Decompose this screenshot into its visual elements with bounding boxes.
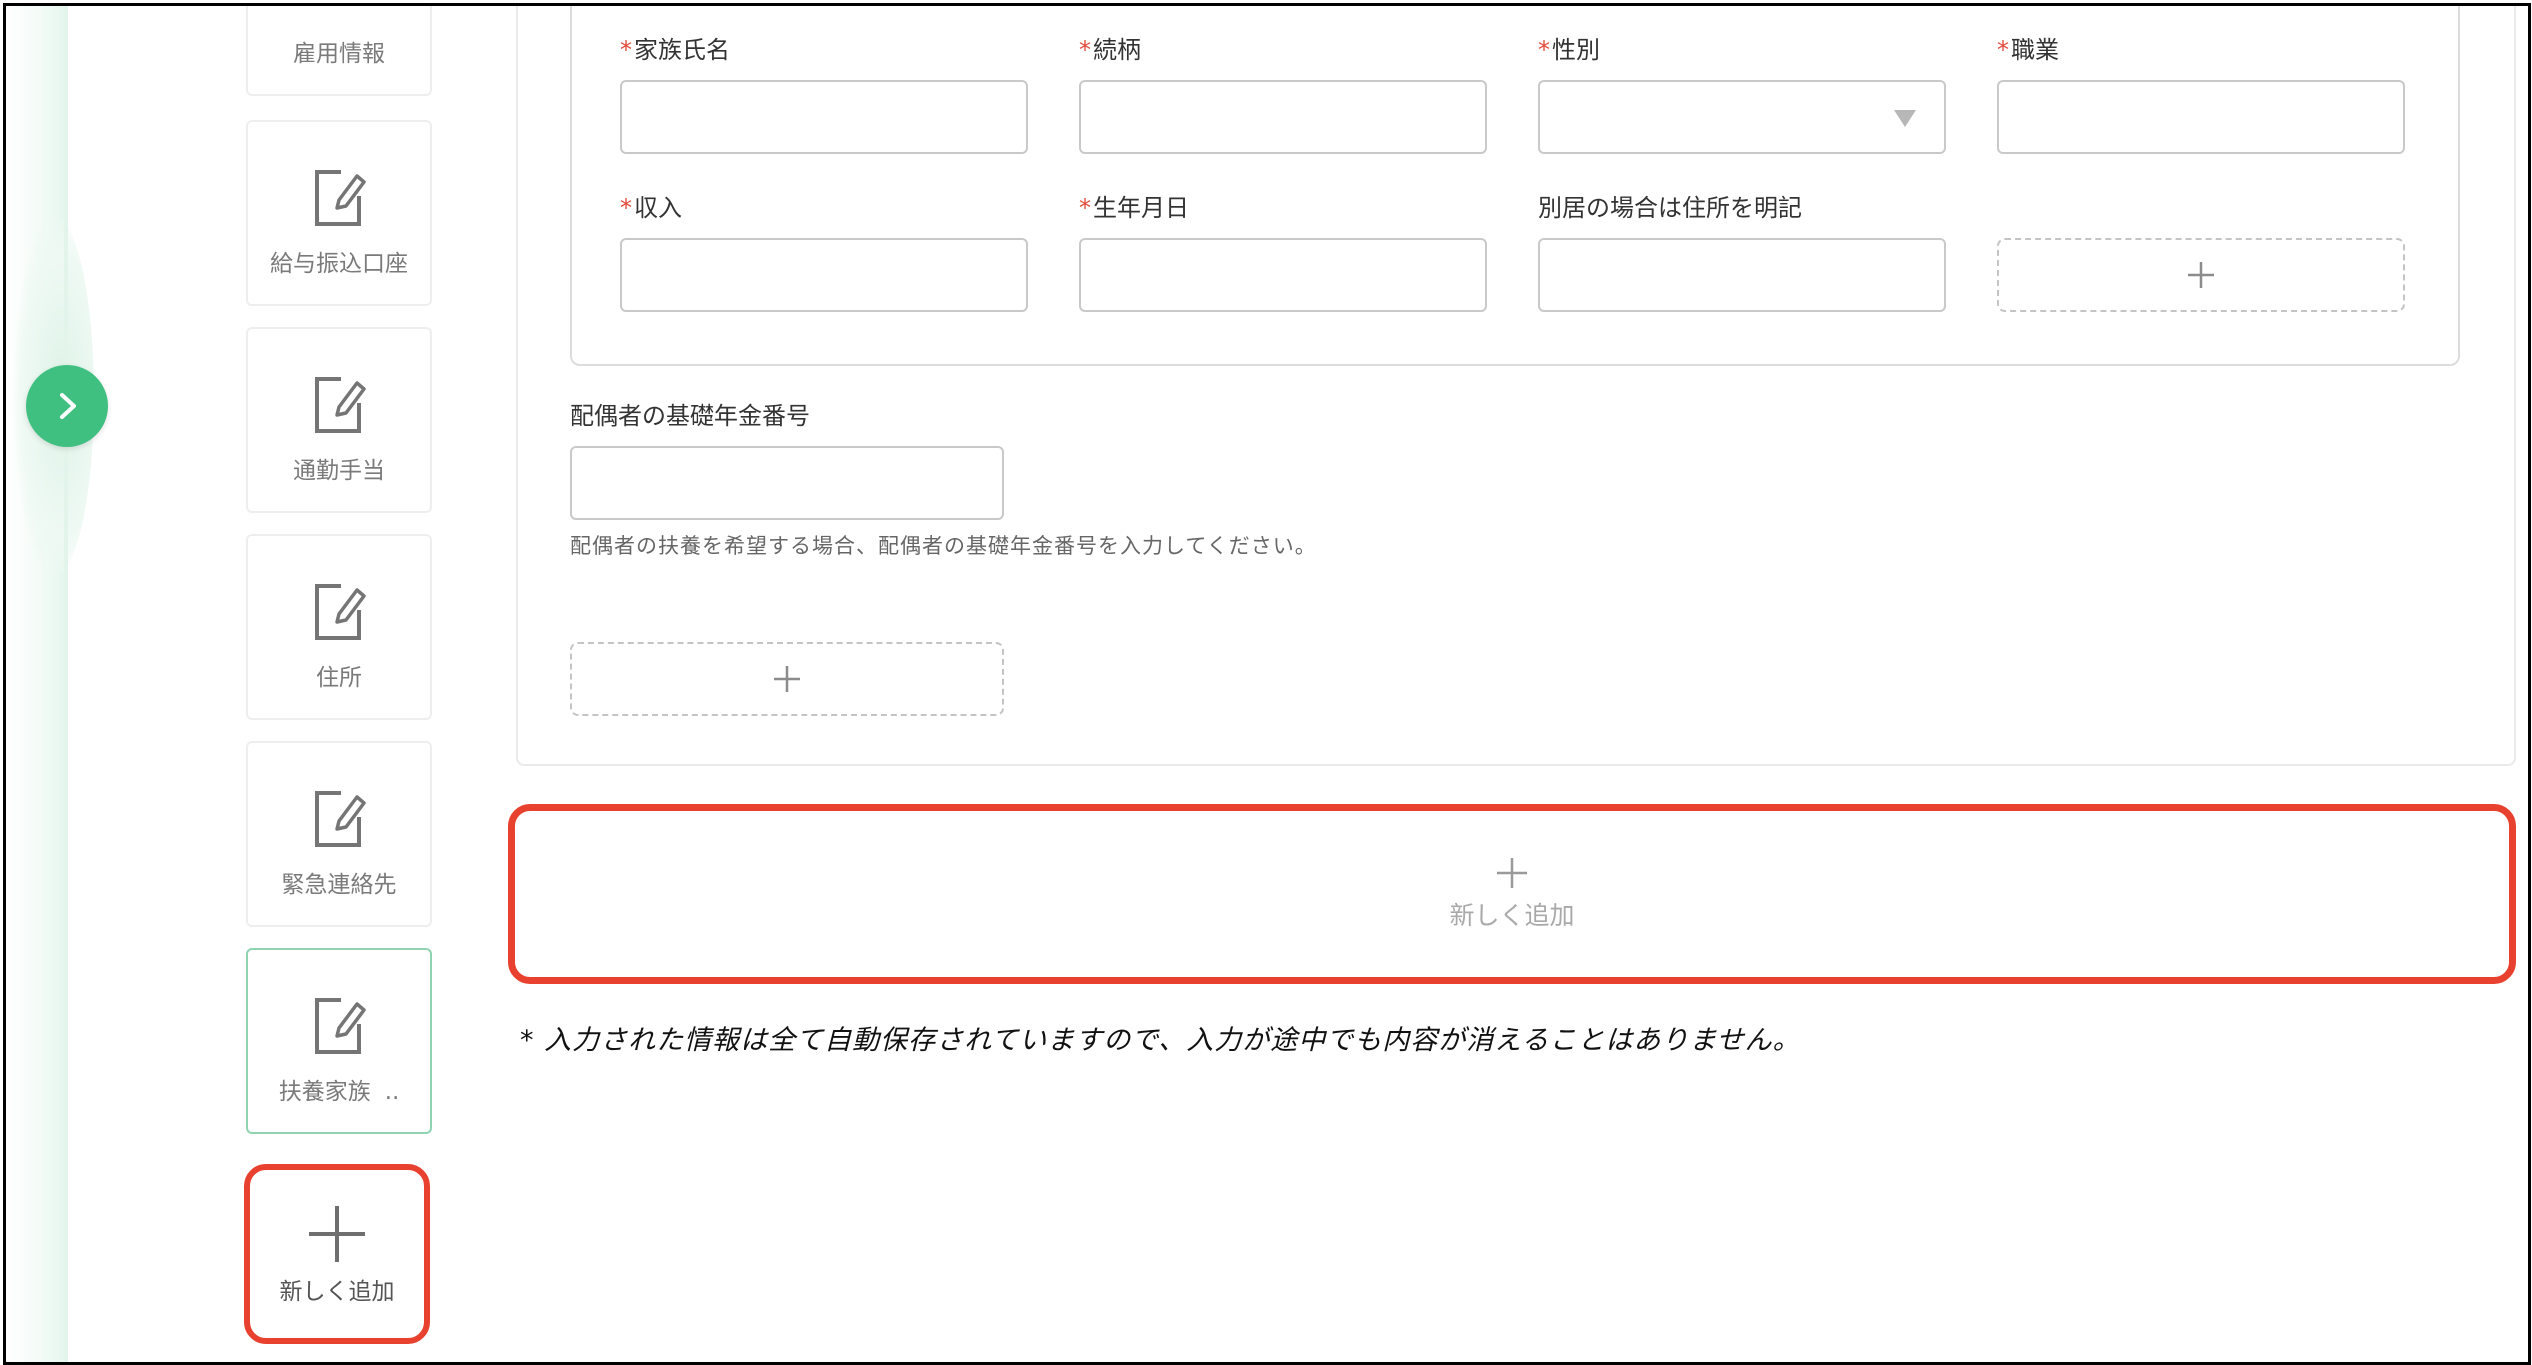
plus-icon <box>2188 262 2214 288</box>
sidebar-add-new-button[interactable]: 新しく追加 <box>244 1164 430 1344</box>
spouse-pension-help: 配偶者の扶養を希望する場合、配偶者の基礎年金番号を入力してください。 <box>570 534 1317 558</box>
family-name-label: *家族氏名 <box>620 36 730 64</box>
expand-sidebar-button[interactable] <box>26 365 108 447</box>
edit-document-icon <box>315 377 366 433</box>
sidebar-item-commute[interactable]: 通勤手当 <box>246 327 432 513</box>
separate-address-label: 別居の場合は住所を明記 <box>1538 194 1802 222</box>
plus-icon <box>1497 858 1527 888</box>
rail-line <box>64 6 68 1362</box>
income-label: *収入 <box>620 194 682 222</box>
sidebar-item-employment[interactable]: 雇用情報 <box>246 6 432 96</box>
spouse-pension-label: 配偶者の基礎年金番号 <box>570 402 810 430</box>
sidebar-item-label: 雇用情報 <box>293 41 385 67</box>
birthdate-input[interactable] <box>1079 238 1487 312</box>
sidebar-item-label: 緊急連絡先 <box>281 872 397 898</box>
edit-document-icon <box>315 791 366 847</box>
gender-label: *性別 <box>1538 36 1600 64</box>
relationship-input[interactable] <box>1079 80 1487 154</box>
sidebar-item-label: 給与振込口座 <box>270 251 408 277</box>
add-family-member-button[interactable] <box>570 642 1004 716</box>
sidebar-add-label: 新しく追加 <box>279 1279 395 1305</box>
spouse-pension-input[interactable] <box>570 446 1004 520</box>
occupation-label: *職業 <box>1997 36 2059 64</box>
sidebar-item-label: 通勤手当 <box>293 458 385 484</box>
occupation-input[interactable] <box>1997 80 2405 154</box>
gender-select[interactable] <box>1538 80 1946 154</box>
sidebar-item-label: 住所 <box>316 665 362 691</box>
edit-document-icon <box>315 170 366 226</box>
app-frame: 雇用情報 給与振込口座 通勤手当 住所 緊急連絡先 扶養家族 .. 新しく追加 … <box>3 3 2531 1365</box>
sidebar-item-label: 扶養家族.. <box>278 1079 400 1105</box>
income-input[interactable] <box>620 238 1028 312</box>
add-new-label: 新しく追加 <box>1449 901 1575 930</box>
autosave-note: * 入力された情報は全て自動保存されていますので、入力が途中でも内容が消えること… <box>520 1025 1801 1056</box>
separate-address-input[interactable] <box>1538 238 1946 312</box>
edit-document-icon <box>315 584 366 640</box>
sidebar-item-address[interactable]: 住所 <box>246 534 432 720</box>
add-new-dependent-button[interactable]: 新しく追加 <box>508 804 2516 984</box>
sidebar-item-emergency-contact[interactable]: 緊急連絡先 <box>246 741 432 927</box>
chevron-right-icon <box>60 393 76 419</box>
sidebar-item-salary-account[interactable]: 給与振込口座 <box>246 120 432 306</box>
family-name-input[interactable] <box>620 80 1028 154</box>
plus-icon <box>309 1206 365 1262</box>
left-rail <box>6 6 68 1362</box>
dropdown-caret-icon <box>1894 110 1916 127</box>
relationship-label: *続柄 <box>1079 36 1141 64</box>
edit-document-icon <box>315 998 366 1054</box>
birthdate-label: *生年月日 <box>1079 194 1189 222</box>
plus-icon <box>774 666 800 692</box>
sidebar-item-dependents[interactable]: 扶養家族.. <box>246 948 432 1134</box>
add-field-button[interactable] <box>1997 238 2405 312</box>
more-indicator: .. <box>384 1079 400 1105</box>
